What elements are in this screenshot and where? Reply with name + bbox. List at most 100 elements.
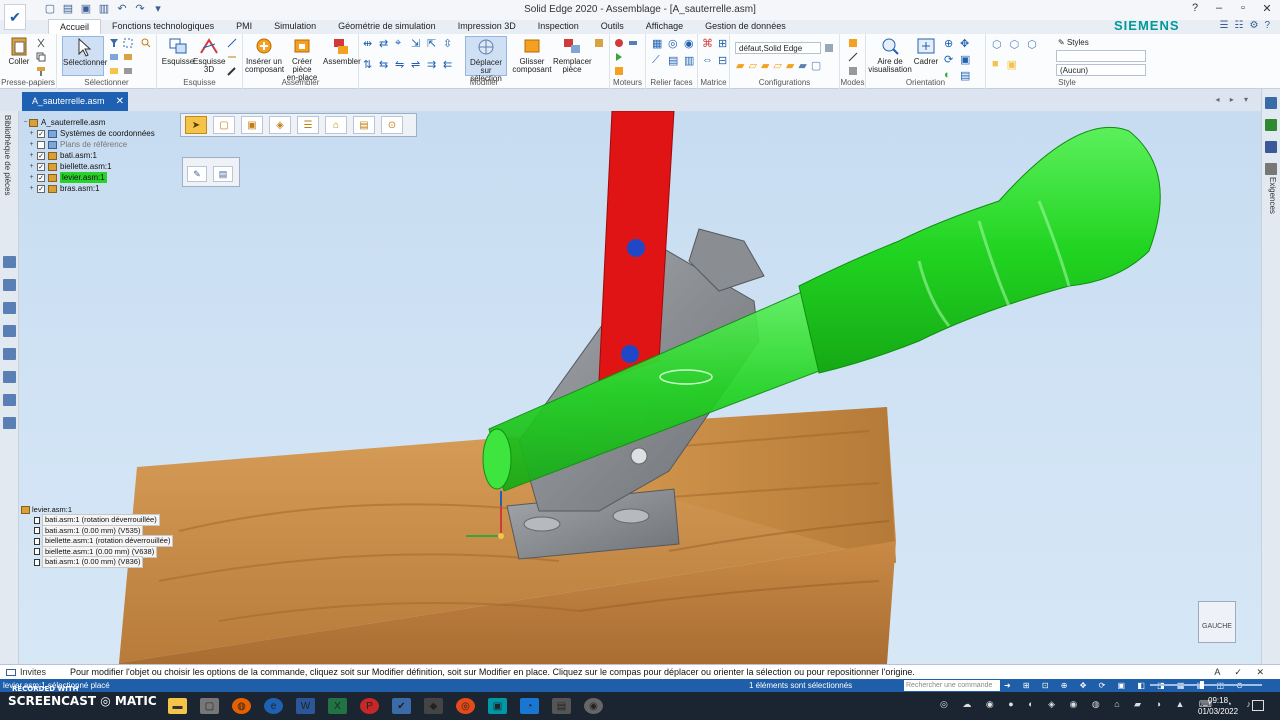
face-icon[interactable]: ▤ [668,54,680,67]
tree-item[interactable]: + ✓ Systèmes de coordonnées [22,128,154,139]
visible-edges-icon[interactable]: ⬡ [1010,38,1020,51]
config-settings-icon[interactable] [824,43,834,53]
properties-icon[interactable] [3,371,16,383]
pattern-icon[interactable]: ⌘ [702,37,714,50]
assembly-filter-button[interactable]: ◈ [269,116,291,134]
open-file-icon[interactable]: ▤ [62,3,74,15]
visibility-checkbox[interactable]: ✓ [37,129,45,138]
copy-icon[interactable] [36,52,46,62]
dimension-icon[interactable] [227,52,237,62]
rail-icon[interactable] [1265,119,1277,131]
select-box-icon[interactable] [123,38,133,48]
tab-affichage[interactable]: Affichage [635,19,694,34]
zoom-icon[interactable]: ⊕ [944,37,956,50]
maximize-button[interactable]: ▫ [1236,2,1250,15]
mirror-icon[interactable]: ⇔ [702,54,714,67]
mode-icon[interactable] [848,38,858,48]
relation-icon[interactable]: ⇉ [427,58,440,77]
select-parts-icon[interactable] [109,52,119,62]
assemble-button[interactable]: Assembler [323,36,361,66]
mode-icon[interactable] [848,52,858,62]
format-painter-icon[interactable] [36,66,46,76]
close-button[interactable]: ✕ [1260,2,1274,15]
expand-icon[interactable]: + [28,172,35,183]
expand-icon[interactable]: + [28,150,35,161]
zoom-slider[interactable] [1150,684,1262,686]
word-icon[interactable]: W [296,698,315,714]
visibility-checkbox[interactable]: ✓ [37,184,45,193]
config-icon[interactable]: ▱ [773,59,781,72]
config-icon[interactable]: ▱ [748,59,756,72]
taskbar-clock[interactable]: 09:18 01/03/2022 [1198,695,1238,717]
options-button[interactable]: ▢ [213,116,235,134]
save-icon[interactable]: ▣ [80,3,92,15]
tab-simulation[interactable]: Simulation [263,19,327,34]
layout-icon[interactable]: ☰ [1220,20,1229,31]
tree-root[interactable]: − A_sauterrelle.asm [22,117,155,128]
relation-icon[interactable]: ⇋ [395,58,408,77]
tab-impression-3d[interactable]: Impression 3D [447,19,527,34]
tab-pmi[interactable]: PMI [225,19,263,34]
paste-button[interactable]: Coller [6,36,32,66]
visibility-checkbox[interactable]: ✓ [37,173,45,182]
edit-in-place-button[interactable]: ▤ [213,166,233,182]
visibility-checkbox[interactable]: ✓ [37,162,45,171]
face-icon[interactable]: ◎ [668,37,680,50]
select-tool-button[interactable]: ➤ [185,116,207,134]
cut-icon[interactable] [36,38,46,48]
show-icon[interactable] [109,66,119,76]
tree-item[interactable]: + ✓ bati.asm:1 [22,150,155,161]
pdf-icon[interactable]: P [360,698,379,714]
help-panel-icon[interactable] [3,325,16,337]
tree-item-selected[interactable]: + ✓ levier.asm:1 [22,172,155,183]
tab-inspection[interactable]: Inspection [527,19,590,34]
config-icon[interactable]: ▢ [811,59,821,72]
document-tab[interactable]: A_sauterrelle.asm ✕ [22,92,128,111]
config-icon[interactable]: ▰ [786,59,794,72]
new-file-icon[interactable]: ▢ [44,3,56,15]
edit-definition-button[interactable]: ✎ [187,166,207,182]
teamcenter-icon[interactable] [3,394,16,406]
filter-icon[interactable] [109,38,119,48]
zoom-select-icon[interactable] [141,38,151,48]
sensors-icon[interactable] [3,348,16,360]
help-icon[interactable]: ? [1188,2,1202,15]
collapse-icon[interactable]: − [22,117,29,128]
pen-icon[interactable] [227,66,237,76]
tab-geometrie-simulation[interactable]: Géométrie de simulation [327,19,447,34]
styles-label[interactable]: ✎ Styles [1058,38,1089,47]
relation-icon[interactable]: ⌖ [395,37,408,56]
face-icon[interactable]: ⟋ [652,54,664,67]
undo-icon[interactable]: ↶ [116,3,128,15]
tree-item[interactable]: + ✓ bras.asm:1 [22,183,155,194]
tab-gestion-donnees[interactable]: Gestion de données [694,19,797,34]
tree-item[interactable]: + Plans de référence [22,139,155,150]
relation-icon[interactable]: ⇆ [379,58,392,77]
settings-panel-icon[interactable] [3,417,16,429]
firefox-icon[interactable]: ◍ [232,698,251,714]
relation-icon[interactable]: ⇹ [363,37,376,56]
app-icon[interactable]: ▢ [200,698,219,714]
options-icon[interactable]: ⚙ [1249,20,1258,31]
list-button[interactable]: ☰ [297,116,319,134]
screencast-icon[interactable]: ◉ [584,698,603,714]
relation-icon[interactable]: ⇄ [379,37,392,56]
relation-icon[interactable]: ⇅ [363,58,376,77]
sketch-button[interactable]: Esquisse [161,36,195,66]
simulate-motor-icon[interactable] [614,52,624,62]
app-icon[interactable]: ▣ [488,698,507,714]
excel-icon[interactable]: X [328,698,347,714]
wireframe-icon[interactable]: ⬡ [992,38,1002,51]
requirements-tab[interactable]: Exigences [1268,177,1277,214]
minimize-button[interactable]: – [1212,2,1226,15]
sketch3d-button[interactable]: Esquisse 3D [193,36,225,74]
edge-icon[interactable]: e [264,698,283,714]
parts-library-tab[interactable]: Bibliothèque de pièces [3,115,12,196]
relations-button[interactable]: ▤ [353,116,375,134]
motor-icon[interactable] [614,38,624,48]
face-icon[interactable]: ▥ [684,54,696,67]
visibility-checkbox[interactable]: ✓ [37,151,45,160]
hidden-edges-icon[interactable]: ⬡ [1027,38,1037,51]
drag-component-button[interactable]: Glisser composant [511,36,553,74]
graphics-viewport[interactable]: − A_sauterrelle.asm + ✓ Systèmes de coor… [19,111,1261,664]
